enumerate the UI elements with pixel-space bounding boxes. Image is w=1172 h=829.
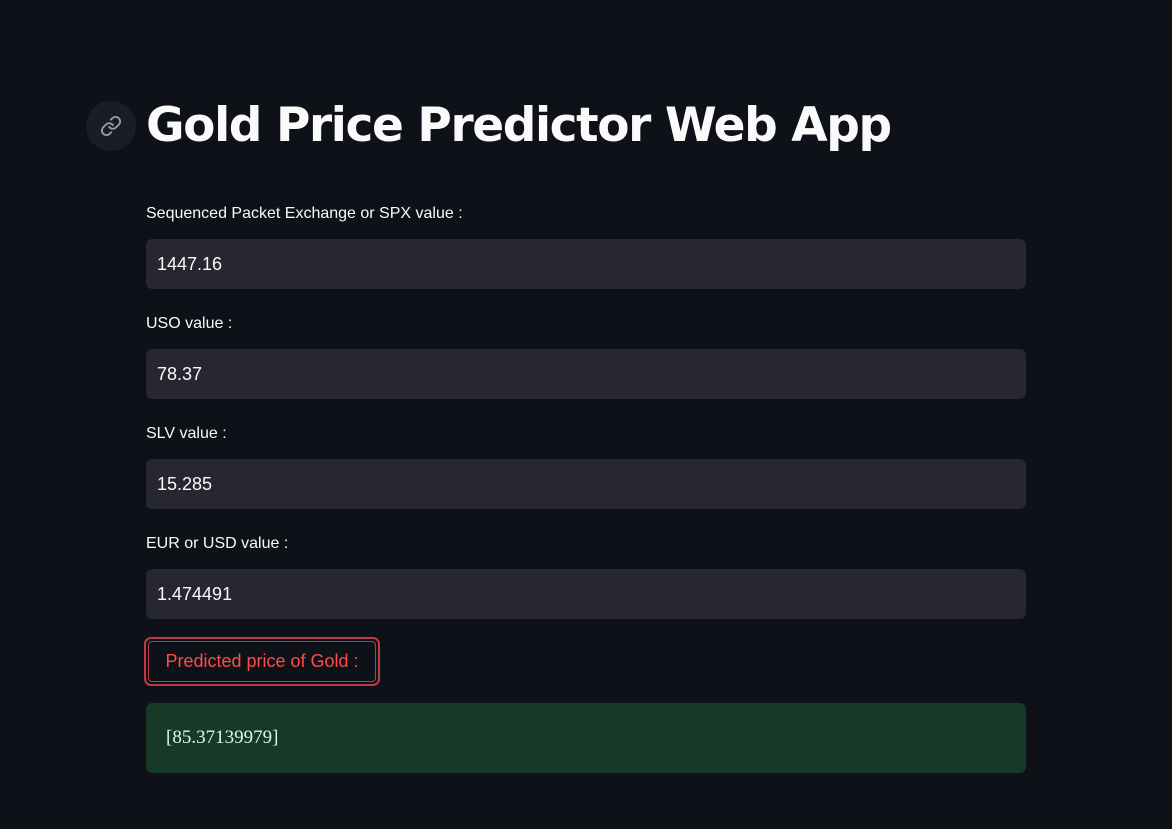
uso-label: USO value : [146, 315, 233, 332]
eur-usd-input[interactable] [146, 569, 1026, 619]
slv-input[interactable] [146, 459, 1026, 509]
link-icon [100, 115, 122, 137]
app-page: Gold Price Predictor Web App Sequenced P… [0, 0, 1172, 829]
spx-label: Sequenced Packet Exchange or SPX value : [146, 205, 463, 222]
slv-label: SLV value : [146, 425, 227, 442]
predict-button-label: Predicted price of Gold : [148, 641, 376, 682]
page-title: Gold Price Predictor Web App [146, 98, 892, 153]
spx-input[interactable] [146, 239, 1026, 289]
header-anchor-link[interactable] [86, 101, 136, 151]
predict-button[interactable]: Predicted price of Gold : [144, 637, 380, 686]
eur-usd-label: EUR or USD value : [146, 535, 289, 552]
uso-input[interactable] [146, 349, 1026, 399]
prediction-result-text: [85.37139979] [166, 727, 279, 748]
prediction-result-box: [85.37139979] [146, 703, 1026, 773]
